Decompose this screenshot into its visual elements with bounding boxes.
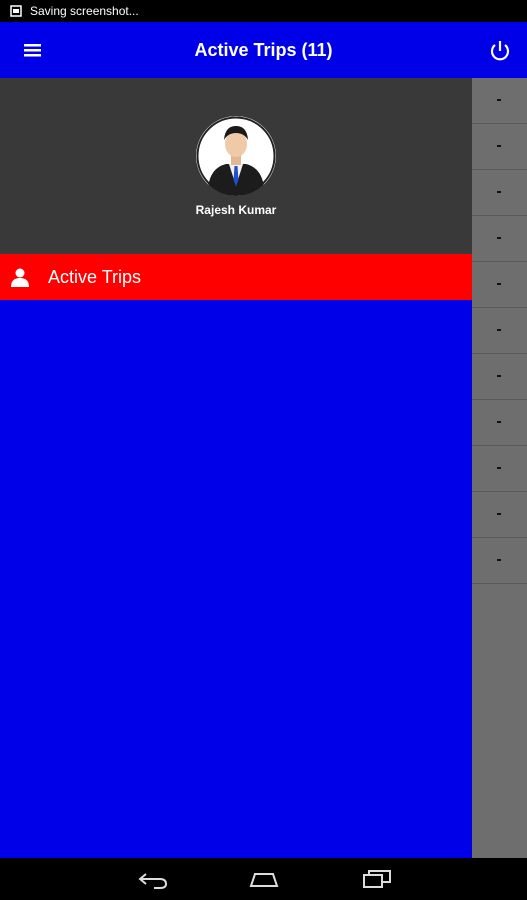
screenshot-icon xyxy=(10,5,22,17)
navigation-drawer: Rajesh Kumar Active Trips xyxy=(0,78,472,858)
drawer-header: Rajesh Kumar xyxy=(0,78,472,254)
background-list xyxy=(472,78,527,858)
list-item[interactable] xyxy=(472,124,527,170)
list-item[interactable] xyxy=(472,170,527,216)
person-icon xyxy=(11,268,29,287)
row-marker xyxy=(497,559,501,561)
list-item[interactable] xyxy=(472,216,527,262)
page-title: Active Trips (11) xyxy=(194,40,333,60)
list-item[interactable] xyxy=(472,400,527,446)
drawer-item-active-trips[interactable]: Active Trips xyxy=(0,254,472,300)
row-marker xyxy=(497,99,501,101)
navigation-bar xyxy=(0,858,527,900)
list-item[interactable] xyxy=(472,354,527,400)
status-bar: Saving screenshot... xyxy=(0,0,527,22)
row-marker xyxy=(497,513,501,515)
drawer-item-label: Active Trips xyxy=(48,266,142,287)
list-item[interactable] xyxy=(472,538,527,584)
list-item[interactable] xyxy=(472,308,527,354)
row-marker xyxy=(497,375,501,377)
home-icon[interactable] xyxy=(247,866,281,892)
row-marker xyxy=(497,191,501,193)
user-name: Rajesh Kumar xyxy=(195,203,277,217)
recents-icon[interactable] xyxy=(360,866,394,892)
row-marker xyxy=(497,329,501,331)
row-marker xyxy=(497,237,501,239)
row-marker xyxy=(497,467,501,469)
app-bar: Active Trips (11) xyxy=(0,22,527,78)
row-marker xyxy=(497,145,501,147)
hamburger-menu-icon[interactable] xyxy=(14,38,50,62)
back-icon[interactable] xyxy=(136,866,170,892)
status-text: Saving screenshot... xyxy=(30,4,139,18)
list-item[interactable] xyxy=(472,262,527,308)
user-avatar xyxy=(196,116,276,196)
power-icon[interactable] xyxy=(487,38,513,64)
list-item[interactable] xyxy=(472,492,527,538)
list-item[interactable] xyxy=(472,446,527,492)
row-marker xyxy=(497,283,501,285)
list-item[interactable] xyxy=(472,78,527,124)
row-marker xyxy=(497,421,501,423)
